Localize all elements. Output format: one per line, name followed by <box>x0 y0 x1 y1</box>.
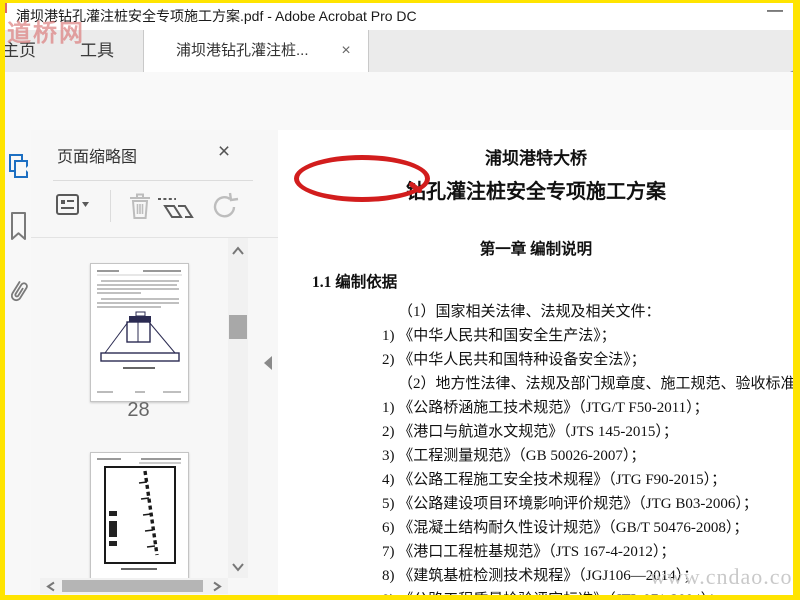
document-line: 7) 《港口工程桩基规范》（JTS 167-4-2012）； <box>382 544 676 560</box>
main-toolbar: / 142 <box>0 72 800 202</box>
thumbnails-vertical-scrollbar[interactable] <box>228 238 248 578</box>
document-line: 2) 《港口与航道水文规范》（JTS 145-2015）； <box>382 424 678 440</box>
document-line: 1) 《中华人民共和国安全生产法》； <box>382 328 616 344</box>
bookmarks-icon[interactable] <box>8 210 30 242</box>
panel-close-icon[interactable]: × <box>211 139 237 165</box>
title-bar: 浦坝港钻孔灌注桩安全专项施工方案.pdf - Adobe Acrobat Pro… <box>0 0 800 30</box>
tab-close-icon[interactable]: × <box>336 41 356 61</box>
panel-title: 页面缩略图 <box>57 149 138 166</box>
tab-document[interactable]: 浦坝港钻孔灌注桩... × <box>143 30 369 73</box>
top-left-watermark: 道桥网 <box>7 20 85 47</box>
page-number-annotation-ellipse <box>294 155 430 202</box>
acrobat-window: 浦坝港钻孔灌注桩安全专项施工方案.pdf - Adobe Acrobat Pro… <box>0 0 800 600</box>
frame-border-left <box>0 0 5 600</box>
thumbnail-page-29[interactable] <box>90 452 189 579</box>
horizontal-scroll-thumb[interactable] <box>62 580 203 592</box>
rotate-pages-icon <box>213 192 239 218</box>
document-line: 3) 《工程测量规范》（GB 50026-2007）； <box>382 448 646 464</box>
page-thumbnails-panel: 页面缩略图 × 28 <box>31 130 279 596</box>
tab-document-label: 浦坝港钻孔灌注桩... <box>176 42 309 59</box>
document-line: （2）地方性法律、法规及部门规章度、施工规范、验收标准、安全规则等； <box>398 376 794 392</box>
scroll-right-icon[interactable] <box>212 581 222 592</box>
section-heading: 1.1 编制依据 <box>312 274 398 291</box>
document-line: 6) 《混凝土结构耐久性设计规范》（GB/T 50476-2008）； <box>382 520 749 536</box>
document-body: （1）国家相关法律、法规及相关文件： 1) 《中华人民共和国安全生产法》； 2) 《… <box>278 300 794 596</box>
tab-bar: 主页 工具 浦坝港钻孔灌注桩... × <box>0 30 800 96</box>
frame-border-top <box>0 0 800 3</box>
panel-divider <box>53 180 253 181</box>
frame-border-bottom <box>0 595 800 600</box>
bottom-right-watermark: www.cndao.com <box>650 564 794 589</box>
thumbnail-page-28[interactable] <box>90 263 189 402</box>
document-line: 4) 《公路工程施工安全技术规程》（JTG F90-2015）； <box>382 472 727 488</box>
scroll-left-icon[interactable] <box>46 581 56 592</box>
thumbnails-horizontal-scrollbar[interactable] <box>40 578 228 594</box>
chapter-heading: 第一章 编制说明 <box>479 241 593 258</box>
minimize-button[interactable]: — <box>758 0 792 26</box>
document-line: 1) 《公路桥涵施工技术规范》（JTG/T F50-2011）； <box>382 400 709 416</box>
collapse-panel-icon[interactable] <box>263 356 273 370</box>
navigation-strip <box>5 130 32 596</box>
attachments-icon[interactable] <box>6 276 30 312</box>
document-line: 2) 《中华人民共和国特种设备安全法》； <box>382 352 646 368</box>
frame-border-right <box>793 0 800 600</box>
panel-toolbar-divider <box>110 190 111 222</box>
active-panel-notch <box>25 161 33 177</box>
scroll-down-icon[interactable] <box>231 562 245 572</box>
thumbnail-page-29-preview <box>97 458 181 570</box>
scroll-up-icon[interactable] <box>231 246 245 256</box>
delete-pages-icon <box>130 193 150 219</box>
vertical-scroll-thumb[interactable] <box>229 315 247 339</box>
document-line: （1）国家相关法律、法规及相关文件： <box>398 304 661 320</box>
thumbnail-page-28-preview <box>97 270 182 393</box>
document-line: 5) 《公路建设项目环境影响评价规范》（JTG B03-2006）； <box>382 496 758 512</box>
thumbnail-options-icon[interactable] <box>55 191 91 219</box>
thumbnail-page-number[interactable]: 28 <box>90 399 187 422</box>
split-pages-icon[interactable] <box>157 193 195 221</box>
